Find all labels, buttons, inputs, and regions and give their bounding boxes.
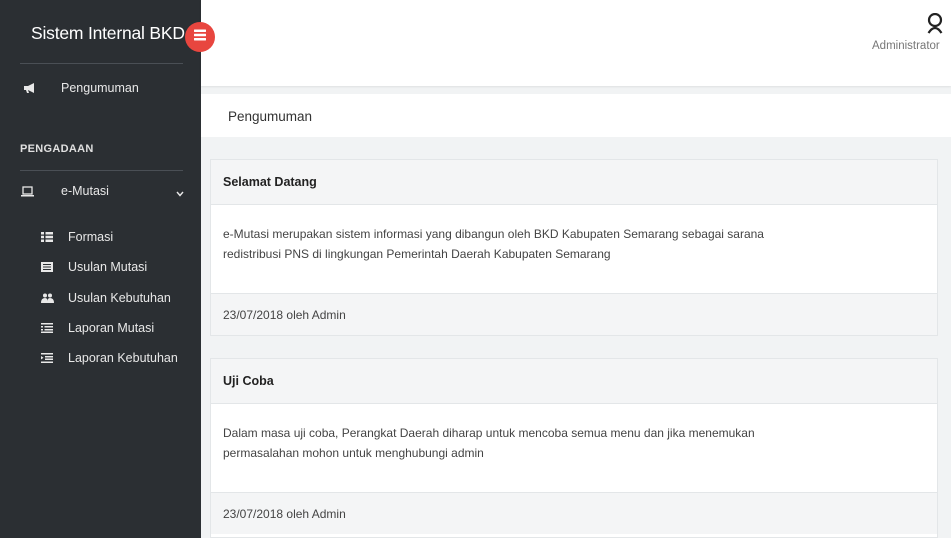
sidebar-item-laporan-mutasi[interactable]: Laporan Mutasi — [0, 318, 201, 338]
app-title[interactable]: Sistem Internal BKD — [31, 23, 185, 44]
announcement-meta: 23/07/2018 oleh Admin — [223, 507, 346, 521]
menu-toggle-icon — [194, 28, 206, 46]
menu-toggle-button[interactable] — [185, 22, 215, 52]
divider — [20, 63, 183, 64]
sidebar-item-label: Laporan Kebutuhan — [68, 351, 178, 365]
grid-icon — [40, 230, 54, 244]
sidebar: Sistem Internal BKD Pengumuman PENGADAAN… — [0, 0, 201, 538]
top-bar — [201, 0, 951, 86]
brand: Sistem Internal BKD — [0, 0, 201, 64]
card-footer: 23/07/2018 oleh Admin — [211, 293, 937, 335]
announcement-card: Uji Coba Dalam masa uji coba, Perangkat … — [210, 358, 938, 538]
sidebar-item-label: Formasi — [68, 230, 114, 244]
sidebar-item-formasi[interactable]: Formasi — [0, 227, 201, 247]
announcement-meta: 23/07/2018 oleh Admin — [223, 308, 346, 322]
announcement-body-line: Dalam masa uji coba, Perangkat Daerah di… — [223, 426, 755, 440]
sidebar-item-label: Usulan Kebutuhan — [68, 291, 171, 305]
sidebar-group-label: e-Mutasi — [61, 184, 109, 198]
card-header: Uji Coba — [211, 359, 937, 404]
announcement-body: e-Mutasi merupakan sistem informasi yang… — [223, 224, 783, 264]
section-header-pengadaan: PENGADAAN — [20, 143, 94, 155]
card-footer: 23/07/2018 oleh Admin — [211, 492, 937, 534]
announcement-body-line: permasalahan mohon untuk menghubungi adm… — [223, 446, 484, 460]
list-icon — [40, 321, 54, 335]
user-label[interactable]: Administrator — [872, 40, 940, 52]
sidebar-item-usulan-kebutuhan[interactable]: Usulan Kebutuhan — [0, 288, 201, 308]
card-header: Selamat Datang — [211, 160, 937, 205]
page-title: Pengumuman — [228, 109, 313, 124]
laptop-icon — [20, 184, 34, 198]
announcement-card: Selamat Datang e-Mutasi merupakan sistem… — [210, 159, 938, 336]
card-body: e-Mutasi merupakan sistem informasi yang… — [211, 205, 937, 293]
announcement-title: Uji Coba — [223, 374, 274, 388]
sidebar-item-label: Pengumuman — [61, 81, 139, 95]
users-icon — [40, 291, 54, 305]
announcement-title: Selamat Datang — [223, 175, 317, 189]
announcement-body-line: redistribusi PNS di lingkungan Pemerinta… — [223, 247, 611, 261]
sidebar-item-label: Usulan Mutasi — [68, 260, 148, 274]
indent-list-icon — [40, 351, 54, 365]
megaphone-icon — [22, 81, 36, 95]
user-icon[interactable] — [927, 12, 943, 37]
card-body: Dalam masa uji coba, Perangkat Daerah di… — [211, 404, 937, 492]
sidebar-item-label: Laporan Mutasi — [68, 321, 155, 335]
list-box-icon — [40, 260, 54, 274]
sidebar-item-laporan-kebutuhan[interactable]: Laporan Kebutuhan — [0, 348, 201, 368]
sidebar-item-pengumuman[interactable]: Pengumuman — [0, 78, 201, 98]
sidebar-group-e-mutasi[interactable]: e-Mutasi — [0, 180, 201, 202]
announcement-body-line: e-Mutasi merupakan sistem informasi yang… — [223, 227, 764, 241]
sidebar-item-usulan-mutasi[interactable]: Usulan Mutasi — [0, 257, 201, 277]
announcement-body: Dalam masa uji coba, Perangkat Daerah di… — [223, 423, 783, 463]
page-title-bar — [201, 94, 951, 137]
divider — [20, 170, 183, 171]
chevron-down-icon — [176, 186, 184, 200]
